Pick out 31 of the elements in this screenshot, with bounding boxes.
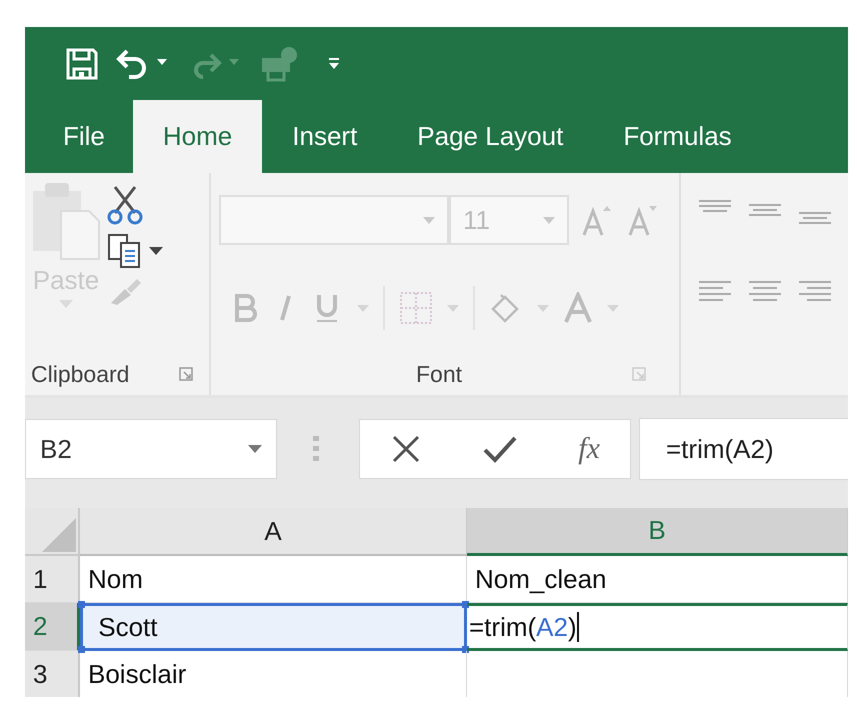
ribbon-tab[interactable]: File bbox=[25, 100, 133, 173]
ribbon-tab[interactable]: Page Layout bbox=[387, 100, 594, 173]
save-icon[interactable] bbox=[65, 46, 99, 80]
insert-function-button[interactable]: fx bbox=[578, 432, 600, 466]
cell-text[interactable]: Nom_clean bbox=[467, 556, 848, 603]
clipboard-icon bbox=[31, 181, 101, 261]
group-label: Font bbox=[416, 360, 462, 388]
column-header[interactable]: A bbox=[80, 508, 467, 556]
check-icon[interactable] bbox=[482, 434, 518, 464]
cell-text[interactable]: Boisclair bbox=[80, 651, 467, 697]
align-center-icon[interactable] bbox=[747, 279, 783, 303]
caret-icon bbox=[59, 300, 73, 308]
customize-icon[interactable] bbox=[327, 56, 341, 72]
cell-text[interactable]: =trim(A2) bbox=[467, 603, 848, 651]
name-box[interactable]: B2 bbox=[25, 419, 277, 479]
row-header[interactable]: 1 bbox=[25, 556, 80, 603]
align-left-icon[interactable] bbox=[697, 279, 733, 303]
ribbon-tab[interactable]: Insert bbox=[262, 100, 388, 173]
column-header[interactable]: B bbox=[467, 508, 848, 556]
align-right-icon[interactable] bbox=[797, 279, 833, 303]
cell-text[interactable]: Scott bbox=[80, 603, 467, 651]
group-label: Clipboard bbox=[31, 360, 130, 388]
row-header[interactable]: 2 bbox=[25, 603, 80, 651]
caret-icon bbox=[543, 216, 555, 224]
ribbon-tab[interactable]: Home bbox=[132, 100, 262, 173]
formula-field[interactable]: =trim(A2) bbox=[639, 418, 848, 480]
row-header[interactable]: 3 bbox=[25, 651, 80, 697]
caret-icon bbox=[423, 216, 435, 224]
grip-icon bbox=[313, 434, 319, 464]
ribbon-tab[interactable]: Formulas bbox=[593, 100, 762, 173]
select-all-button[interactable] bbox=[25, 508, 80, 556]
